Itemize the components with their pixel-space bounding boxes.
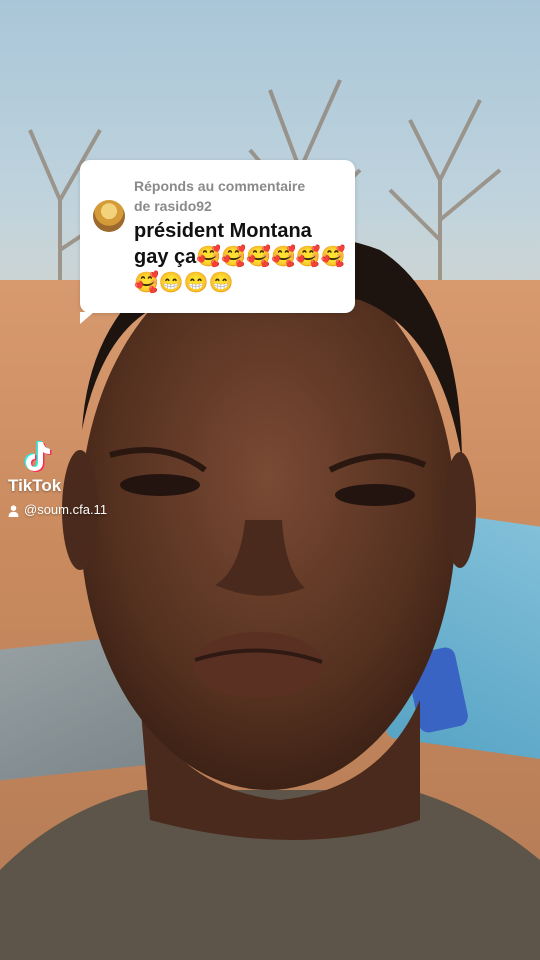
tiktok-logo-icon: [24, 441, 52, 472]
tiktok-watermark: TikTok @soum.cfa.11: [8, 440, 128, 525]
reply-label: Réponds au commentaire: [134, 178, 306, 194]
tiktok-app-name: TikTok: [8, 476, 62, 495]
creator-handle: @soum.cfa.11: [24, 502, 108, 517]
reply-username: de rasido92: [134, 198, 212, 214]
reply-comment-bubble[interactable]: Réponds au commentaire de rasido92 prési…: [80, 160, 355, 324]
user-icon: [8, 505, 19, 517]
avatar-icon: [93, 200, 125, 232]
comment-text: président Montana gay ça🥰🥰🥰🥰🥰🥰🥰😁😁😁: [134, 220, 346, 294]
bubble-tail: [80, 312, 94, 324]
